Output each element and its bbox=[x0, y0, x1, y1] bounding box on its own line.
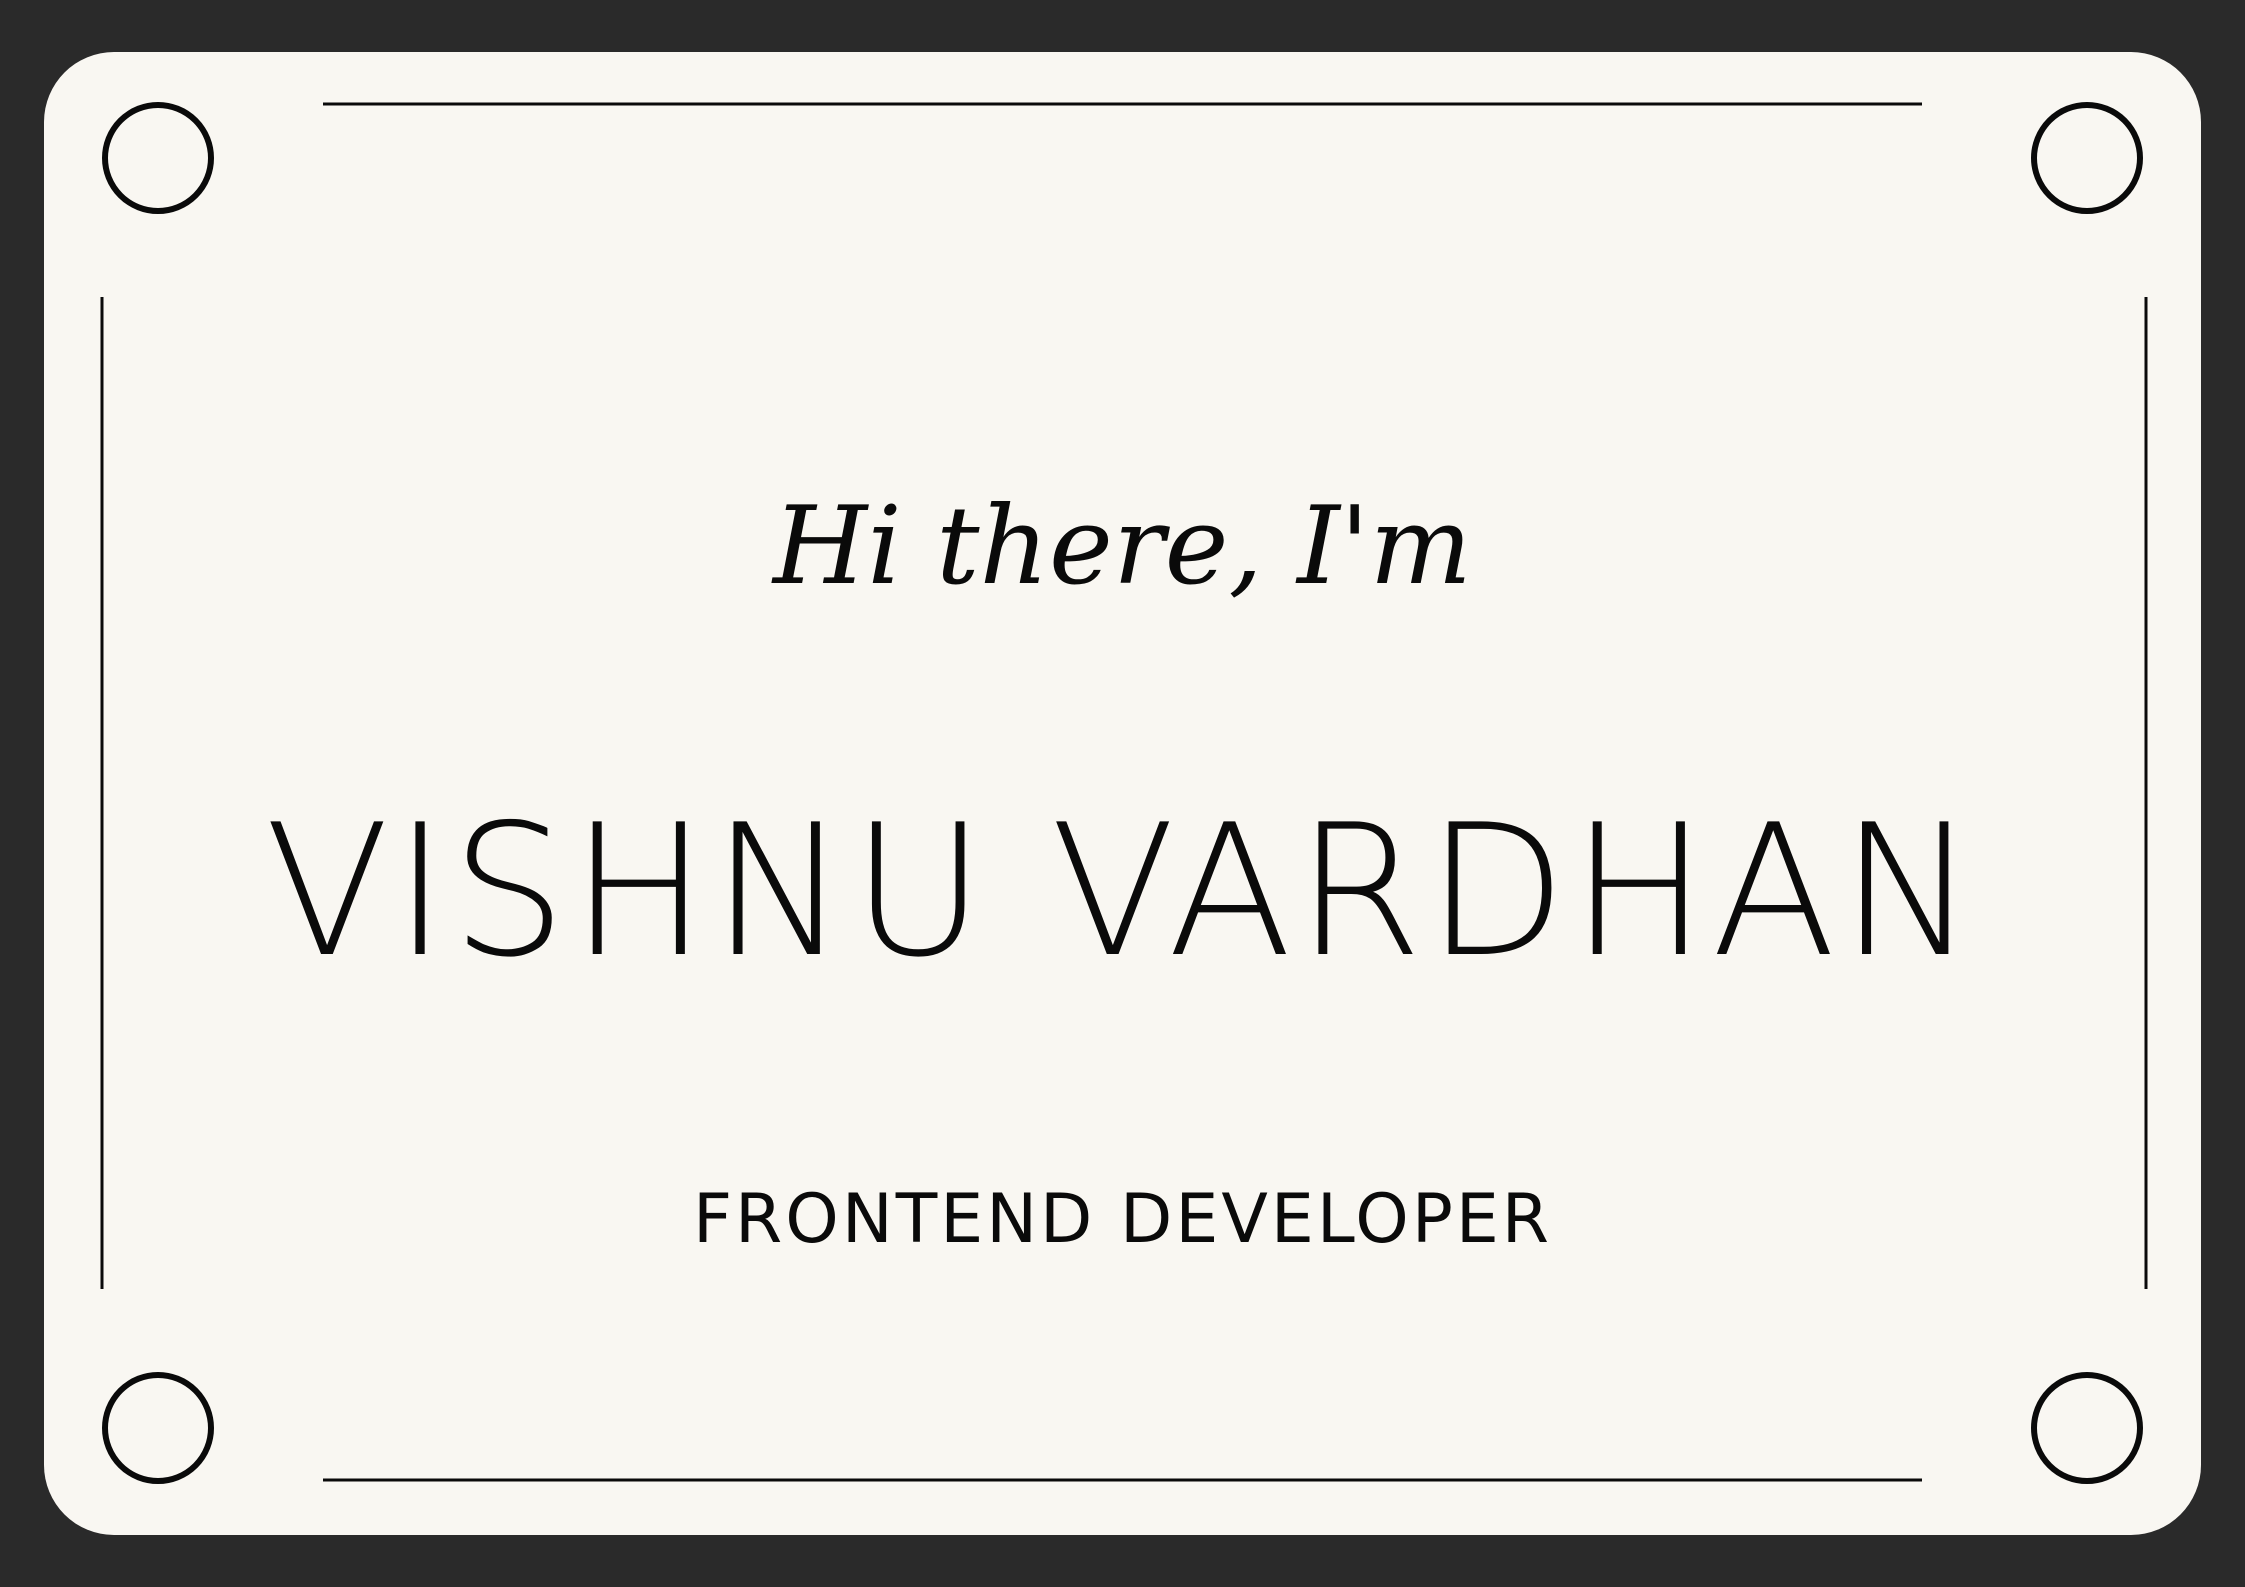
top-left-ring-icon bbox=[102, 102, 214, 214]
top-right-ring-icon bbox=[2031, 102, 2143, 214]
person-name: VISHNU VARDHAN bbox=[264, 785, 1981, 997]
bottom-right-ring-icon bbox=[2031, 1372, 2143, 1484]
bottom-left-ring-icon bbox=[102, 1372, 214, 1484]
name-card: Hi there, I'm VISHNU VARDHAN FRONTEND DE… bbox=[44, 52, 2201, 1535]
greeting-text: Hi there, I'm bbox=[773, 484, 1472, 609]
job-title: FRONTEND DEVELOPER bbox=[692, 1180, 1553, 1259]
